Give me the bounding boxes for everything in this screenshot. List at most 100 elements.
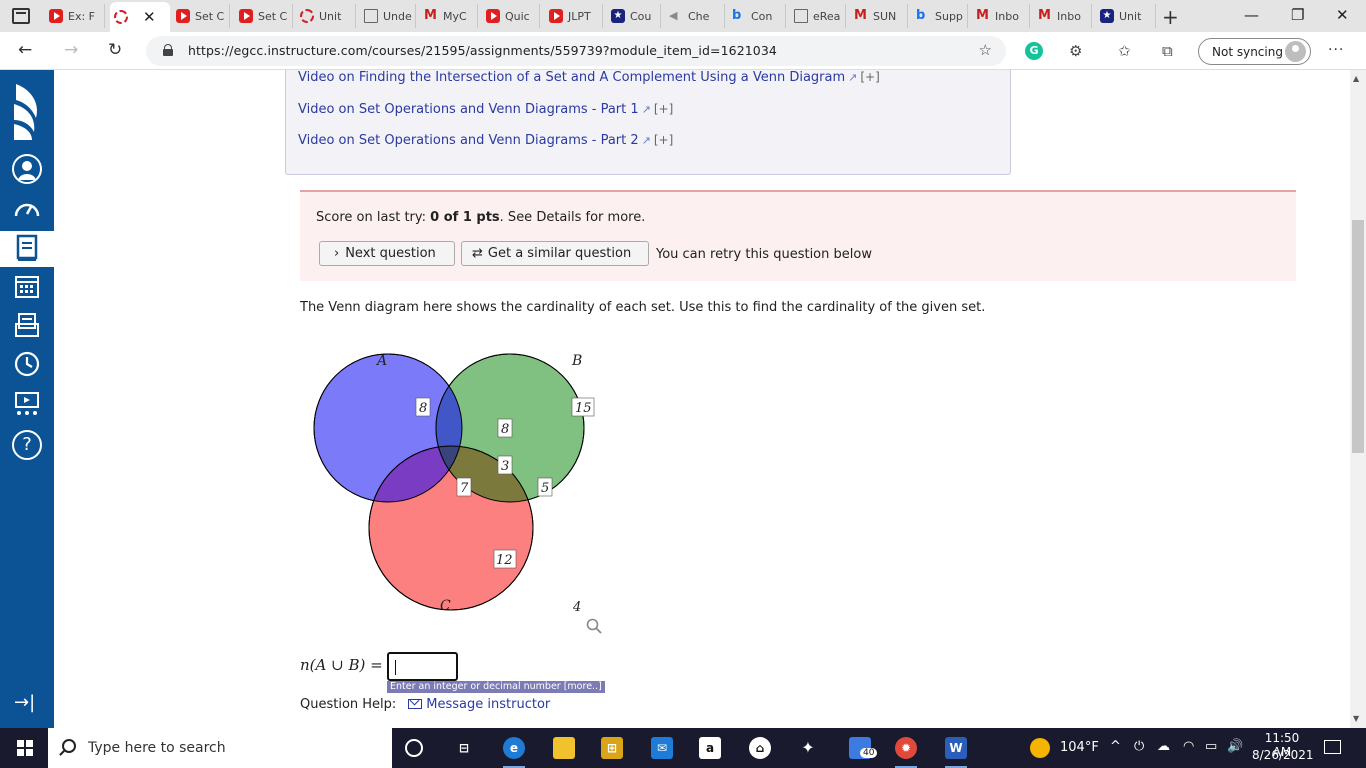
inbox-icon[interactable] — [12, 312, 42, 342]
school-logo-icon[interactable] — [10, 80, 44, 142]
new-tab-button[interactable]: + — [1162, 5, 1179, 29]
region-ac-only: 7 — [456, 477, 472, 497]
tab-bar: Ex: F ✕ Set C Set C Unit Unde M MyC Quic JLPT ★ Cou… — [0, 0, 1366, 32]
youtube-icon — [549, 9, 563, 23]
file-explorer-icon[interactable] — [553, 737, 575, 759]
browser-tab[interactable]: M Inbo — [972, 4, 1030, 28]
grammarly-icon[interactable]: G — [1025, 42, 1043, 60]
svg-text:8: 8 — [501, 422, 509, 437]
app-icon[interactable]: ⌂ — [749, 737, 771, 759]
cortana-icon[interactable] — [405, 739, 423, 757]
tab-label: Set C — [195, 9, 225, 23]
avatar — [1285, 41, 1306, 62]
browser-tab[interactable]: M Inbo — [1034, 4, 1092, 28]
answer-input[interactable] — [387, 652, 458, 681]
gear-app-icon[interactable]: ✹ — [895, 737, 917, 768]
video-link-3[interactable]: Video on Set Operations and Venn Diagram… — [298, 133, 673, 148]
amazon-icon[interactable]: a — [699, 737, 721, 759]
magnify-icon[interactable] — [586, 618, 602, 634]
studio-icon[interactable] — [12, 390, 42, 420]
store-icon[interactable]: ⊞ — [601, 737, 623, 759]
collapse-nav-icon[interactable]: →| — [14, 692, 35, 713]
mail-app-icon[interactable]: ✉ — [651, 737, 673, 759]
browser-tab[interactable]: b Con — [728, 4, 786, 28]
extensions-icon[interactable]: ⚙ — [1069, 42, 1082, 60]
set-b-label: B — [571, 353, 582, 369]
task-view-icon[interactable]: ⊟ — [453, 737, 475, 759]
browser-tab[interactable]: ★ Unit — [1096, 4, 1156, 28]
favorites-icon[interactable]: ✩ — [1118, 42, 1131, 60]
next-question-button[interactable]: › Next question — [319, 241, 455, 266]
back-icon[interactable]: ← — [18, 40, 32, 60]
courses-icon[interactable] — [12, 234, 42, 264]
help-icon[interactable]: ? — [12, 430, 42, 460]
account-icon[interactable] — [12, 154, 42, 184]
video-link-1[interactable]: Video on Finding the Intersection of a S… — [298, 70, 880, 85]
tab-actions-icon[interactable] — [12, 8, 30, 24]
scroll-up-icon[interactable]: ▲ — [1353, 74, 1359, 83]
browser-tab[interactable]: ◀ Che — [665, 4, 725, 28]
browser-tab[interactable]: Set C — [235, 4, 293, 28]
dropbox-icon[interactable]: ✦ — [797, 737, 819, 759]
add-favorite-icon[interactable]: ☆ — [979, 41, 992, 59]
search-icon — [62, 739, 76, 753]
browser-tab[interactable]: ★ Cou — [607, 4, 661, 28]
video-link-2[interactable]: Video on Set Operations and Venn Diagram… — [298, 102, 673, 117]
tab-label: Unit — [1119, 9, 1142, 23]
tab-label: MyC — [443, 9, 467, 23]
message-instructor-link[interactable]: Message instructor — [426, 697, 550, 712]
volume-icon[interactable]: 🔊 — [1227, 739, 1243, 754]
url-bar[interactable]: https://egcc.instructure.com/courses/215… — [146, 36, 1006, 66]
svg-text:5: 5 — [541, 481, 549, 496]
word-icon[interactable]: W — [945, 737, 967, 768]
browser-tab[interactable]: b Supp — [912, 4, 968, 28]
browser-tab[interactable]: Unde — [360, 4, 416, 28]
cloud-icon[interactable]: ☁ — [1157, 739, 1170, 754]
collections-icon[interactable]: ⧉ — [1162, 42, 1173, 60]
show-hidden-icons[interactable]: ^ — [1110, 739, 1121, 754]
more-icon[interactable]: ··· — [1328, 42, 1344, 58]
browser-tab[interactable]: JLPT — [545, 4, 603, 28]
close-window-icon[interactable]: ✕ — [1336, 6, 1349, 24]
scrollbar-thumb[interactable] — [1352, 220, 1364, 453]
browser-tab[interactable]: ✕ — [110, 2, 170, 32]
edge-icon[interactable]: e — [503, 737, 525, 768]
browser-tab[interactable]: Set C — [172, 4, 230, 28]
browser-tab[interactable]: Quic — [482, 4, 540, 28]
answer-hint[interactable]: Enter an integer or decimal number [more… — [387, 681, 605, 693]
scroll-down-icon[interactable]: ▼ — [1353, 714, 1359, 723]
notifications-icon[interactable] — [1324, 740, 1341, 754]
dashboard-icon[interactable] — [12, 196, 42, 226]
venn-diagram: A B C 8 15 8 3 7 5 12 4 — [313, 353, 595, 615]
similar-question-button[interactable]: ⇄ Get a similar question — [461, 241, 649, 266]
browser-tab[interactable]: Ex: F — [45, 4, 105, 28]
browser-tab[interactable]: Unit — [296, 4, 356, 28]
battery-icon[interactable]: ▭ — [1205, 739, 1217, 754]
close-tab-icon[interactable]: ✕ — [143, 8, 156, 26]
tab-label: Cou — [630, 9, 652, 23]
weather-icon[interactable] — [1030, 738, 1050, 758]
svg-text:8: 8 — [419, 401, 427, 416]
forward-icon[interactable]: → — [64, 40, 78, 60]
lock-icon[interactable] — [163, 44, 173, 56]
wifi-icon[interactable]: ◠ — [1183, 739, 1194, 754]
calendar-icon[interactable] — [12, 273, 42, 303]
profile-sync-button[interactable]: Not syncing — [1198, 38, 1311, 65]
browser-tab[interactable]: M MyC — [420, 4, 478, 28]
clock-date[interactable]: 8/26/2021 — [1252, 748, 1314, 762]
restore-icon[interactable]: ❐ — [1291, 6, 1304, 24]
usb-icon[interactable]: ⏻ — [1134, 739, 1144, 754]
refresh-icon[interactable]: ↻ — [108, 40, 122, 60]
start-windows-icon[interactable] — [17, 740, 33, 756]
taskbar-search[interactable]: Type here to search — [48, 728, 392, 768]
gmail-icon: M — [976, 8, 989, 23]
score-value: 0 of 1 pts — [430, 210, 500, 225]
browser-tab[interactable]: eRea — [790, 4, 846, 28]
history-icon[interactable] — [12, 350, 42, 380]
temperature[interactable]: 104°F — [1060, 740, 1099, 755]
url-text[interactable]: https://egcc.instructure.com/courses/215… — [188, 43, 777, 58]
minimize-icon[interactable]: — — [1244, 6, 1259, 24]
svg-text:12: 12 — [496, 553, 513, 568]
retry-icon: ⇄ — [472, 246, 483, 261]
browser-tab[interactable]: M SUN — [850, 4, 908, 28]
